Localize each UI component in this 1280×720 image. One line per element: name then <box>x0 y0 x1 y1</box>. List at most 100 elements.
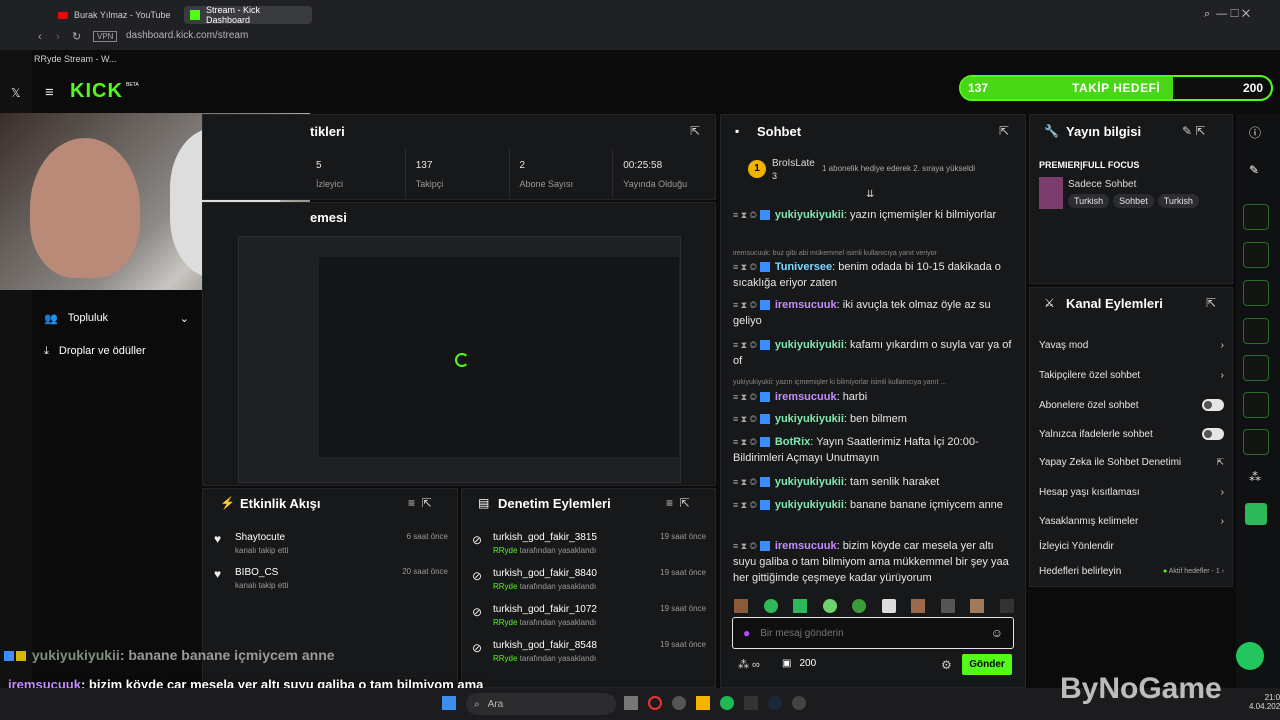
tag[interactable]: Sohbet <box>1113 194 1154 208</box>
moderation-user[interactable]: turkish_god_fakir_8840 <box>493 568 597 579</box>
emote-icon[interactable] <box>911 599 926 613</box>
camera-tool-icon[interactable] <box>1243 204 1269 230</box>
edit-icon[interactable]: ✎ ⇱ <box>1182 124 1205 138</box>
channel-action-item[interactable]: Yalnızca ifadelerle sohbet <box>1039 428 1224 440</box>
tag[interactable]: Turkish <box>1068 194 1110 208</box>
taskbar-search[interactable]: ⌕ Ara <box>466 693 616 715</box>
emote-icon[interactable] <box>970 599 985 613</box>
info-icon[interactable]: ⓘ <box>1249 124 1261 141</box>
epic-icon[interactable] <box>744 696 758 710</box>
emote-icon[interactable] <box>763 599 778 613</box>
mod-tools-icon[interactable]: ≡ ⧗ ◎ <box>733 477 757 487</box>
app-icon[interactable] <box>624 696 638 710</box>
windows-start-icon[interactable] <box>442 696 456 710</box>
popout-icon[interactable]: ⇱ <box>1206 296 1216 310</box>
channel-action-item[interactable]: Takipçilere özel sohbet › <box>1039 370 1224 381</box>
forward-icon[interactable]: › <box>56 31 60 43</box>
channel-action-item[interactable]: Hedefleri belirleyin ● Aktif hedefler - 1… <box>1039 566 1224 577</box>
chat-message[interactable]: ≡ ⧗ ◎ yukiyukiyukii: banane banane içmiy… <box>733 497 1018 513</box>
mod-tools-icon[interactable]: ≡ ⧗ ◎ <box>733 541 757 551</box>
chat-username[interactable]: yukiyukiyukii <box>775 476 844 488</box>
emote-icon[interactable] <box>793 599 808 613</box>
folder-icon[interactable] <box>696 696 710 710</box>
mod-tools-icon[interactable]: ≡ ⧗ ◎ <box>733 414 757 424</box>
popout-icon[interactable]: ⇱ <box>999 124 1009 138</box>
back-icon[interactable]: ‹ <box>38 31 42 43</box>
tab-kick[interactable]: Stream - Kick Dashboard <box>184 5 312 25</box>
chat-username[interactable]: yukiyukiyukii <box>775 413 844 425</box>
channel-action-item[interactable]: İzleyici Yönlendir <box>1039 541 1224 552</box>
chat-message[interactable]: ≡ ⧗ ◎ Tuniversee: benim odada bi 10-15 d… <box>733 259 1018 291</box>
tag[interactable]: Turkish <box>1157 194 1199 208</box>
x-icon[interactable]: 𝕏 <box>11 86 21 100</box>
nav-drops[interactable]: ⤓ Droplar ve ödüller <box>44 345 146 358</box>
opera-icon[interactable] <box>648 696 662 710</box>
filter-icon[interactable]: ≡ ⇱ <box>666 496 690 510</box>
mod-tools-icon[interactable]: ≡ ⧗ ◎ <box>733 392 757 402</box>
mic-icon[interactable]: ● <box>743 626 750 640</box>
emote-icon[interactable] <box>852 599 867 613</box>
document-tool-icon[interactable] <box>1243 280 1269 306</box>
reload-icon[interactable]: ↻ <box>72 30 81 43</box>
emote-icon[interactable] <box>999 599 1014 613</box>
emote-bar[interactable] <box>734 599 1014 615</box>
stream-preview-video[interactable] <box>238 236 681 483</box>
pinned-user[interactable]: BroIsLate <box>772 158 815 169</box>
chat-username[interactable]: yukiyukiyukii <box>775 209 844 221</box>
chat-message[interactable]: ≡ ⧗ ◎ yukiyukiyukii: ben bilmem <box>733 411 1018 427</box>
broadcast-tool-icon[interactable] <box>1243 355 1269 381</box>
emote-icon[interactable] <box>822 599 837 613</box>
moderator-name[interactable]: RRyde <box>493 546 517 555</box>
mod-tools-icon[interactable]: ≡ ⧗ ◎ <box>733 500 757 510</box>
mod-tools-icon[interactable]: ≡ ⧗ ◎ <box>733 437 757 447</box>
app-icon[interactable] <box>672 696 686 710</box>
wrench-tool-icon[interactable] <box>1243 429 1269 455</box>
chat-username[interactable]: Tuniversee <box>775 261 832 273</box>
vpn-badge[interactable]: VPN <box>93 31 118 42</box>
moderation-user[interactable]: turkish_god_fakir_8548 <box>493 640 597 651</box>
chat-input[interactable] <box>760 627 981 639</box>
chat-message[interactable]: ≡ ⧗ ◎ iremsucuuk: iki avuçla tek olmaz ö… <box>733 297 1018 329</box>
settings-icon[interactable]: ⚙ <box>941 658 952 672</box>
steam-icon[interactable] <box>768 696 782 710</box>
spotify-icon[interactable] <box>720 696 734 710</box>
chat-username[interactable]: BotRix <box>775 436 810 448</box>
menu-icon[interactable]: ≡ <box>45 84 54 101</box>
channel-points[interactable]: ▣ 200 <box>782 658 816 669</box>
channel-action-item[interactable]: Yapay Zeka ile Sohbet Denetimi ⇱ <box>1039 457 1224 468</box>
channel-action-item[interactable]: Hesap yaşı kısıtlaması › <box>1039 487 1224 498</box>
app-icon[interactable] <box>792 696 806 710</box>
moderator-name[interactable]: RRyde <box>493 654 517 663</box>
filter-icon[interactable]: ≡ ⇱ <box>408 496 432 510</box>
chat-message[interactable]: ≡ ⧗ ◎ BotRix: Yayın Saatlerimiz Hafta İç… <box>733 434 1018 466</box>
channel-action-item[interactable]: Yavaş mod › <box>1039 340 1224 351</box>
pencil-icon[interactable]: ✎ <box>1249 163 1259 177</box>
emote-icon[interactable] <box>881 599 896 613</box>
nav-community[interactable]: 👥 Topluluk ⌄ <box>44 312 189 325</box>
mod-tools-icon[interactable]: ≡ ⧗ ◎ <box>733 210 757 220</box>
bolt-tool-icon[interactable] <box>1243 242 1269 268</box>
moderator-name[interactable]: RRyde <box>493 582 517 591</box>
send-button[interactable]: Gönder <box>962 654 1012 675</box>
address-bar[interactable]: dashboard.kick.com/stream <box>126 30 248 41</box>
chat-message[interactable]: ≡ ⧗ ◎ iremsucuuk: bizim köyde car mesela… <box>733 538 1018 586</box>
mod-tools-icon[interactable]: ≡ ⧗ ◎ <box>733 340 757 350</box>
chat-message[interactable]: ≡ ⧗ ◎ yukiyukiyukii: tam senlik haraket <box>733 474 1018 490</box>
emoji-icon[interactable]: ☺ <box>991 626 1003 640</box>
chat-message[interactable]: ≡ ⧗ ◎ yukiyukiyukii: kafamı yıkardım o s… <box>733 337 1018 369</box>
channel-action-item[interactable]: Abonelere özel sohbet <box>1039 399 1224 411</box>
mod-tools-icon[interactable]: ≡ ⧗ ◎ <box>733 300 757 310</box>
moderator-name[interactable]: RRyde <box>493 618 517 627</box>
moderation-user[interactable]: turkish_god_fakir_1072 <box>493 604 597 615</box>
green-app-icon[interactable] <box>1245 503 1267 525</box>
chat-tool-icon[interactable] <box>1243 318 1269 344</box>
emote-icon[interactable] <box>734 599 748 613</box>
window-controls[interactable]: ⌕ — ☐ ✕ <box>1204 8 1250 21</box>
chat-username[interactable]: yukiyukiyukii <box>775 499 844 511</box>
popout-icon[interactable]: ⇱ <box>690 124 700 138</box>
moderation-user[interactable]: turkish_god_fakir_3815 <box>493 532 597 543</box>
support-icon[interactable] <box>1236 642 1264 670</box>
bookmark-item[interactable]: RRyde Stream - W... <box>34 54 117 64</box>
chat-input-box[interactable]: ● ☺ <box>732 617 1014 649</box>
chat-username[interactable]: iremsucuuk <box>775 299 837 311</box>
